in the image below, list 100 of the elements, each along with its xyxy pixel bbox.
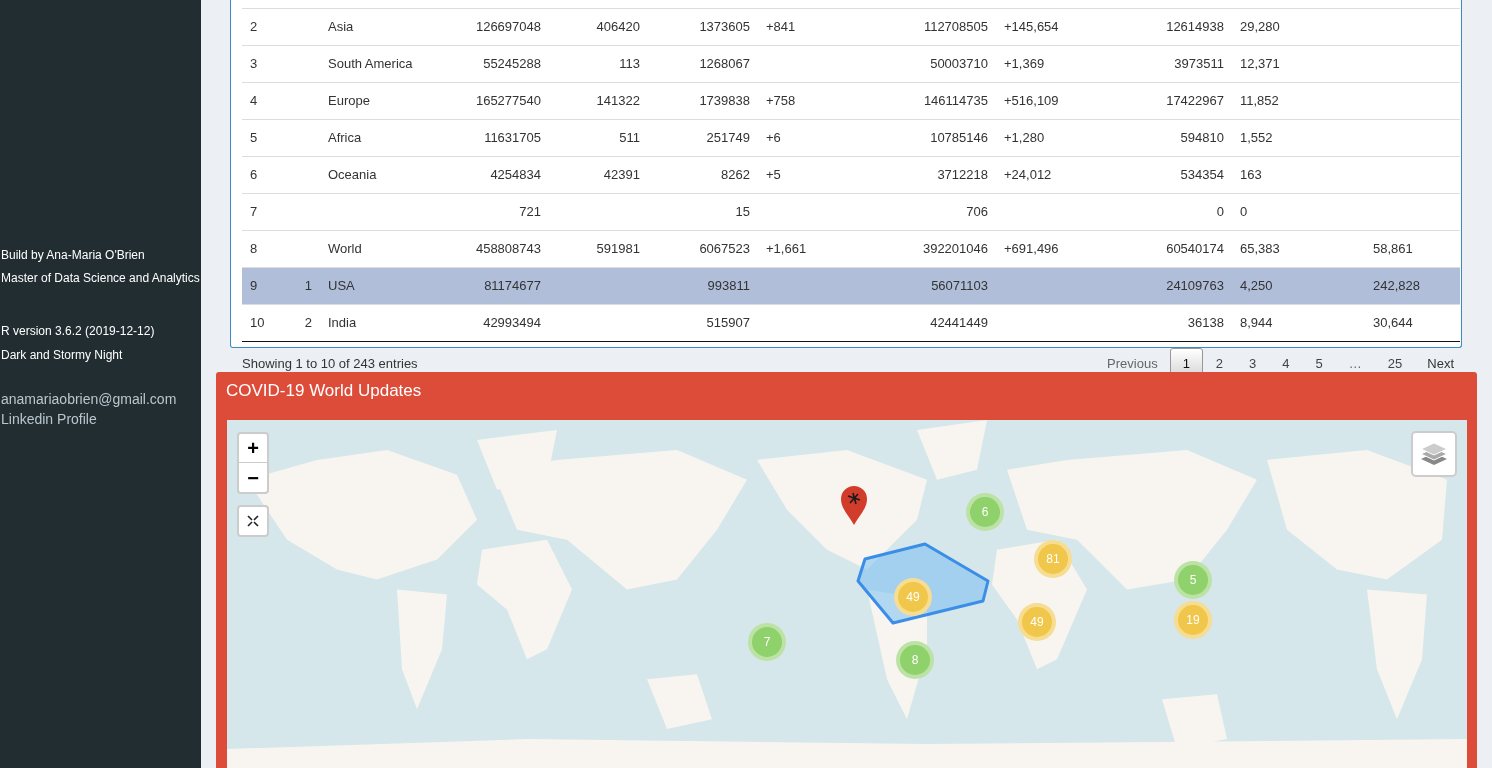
table-cell-text: 534354: [1180, 166, 1224, 185]
table-cell-text: Oceania: [328, 166, 377, 185]
table-cell-text: 17422967: [1166, 92, 1224, 111]
table-cell-text: +1,280: [1004, 129, 1045, 148]
table-cell-text: 515907: [706, 314, 750, 333]
table-cell-text: 458808743: [475, 240, 541, 259]
table-cell-text: 30,644: [1373, 314, 1413, 333]
table-cell-text: World: [328, 240, 362, 259]
table-cell-text: 10: [250, 314, 265, 333]
table-cell-text: 126697048: [475, 18, 541, 37]
table-cell-text: 10785146: [930, 129, 988, 148]
table-cell-text: 165277540: [475, 92, 541, 111]
table-cell-text: 9: [250, 277, 258, 296]
layers-icon: [1420, 441, 1448, 467]
table-cell-text: 0: [1216, 203, 1224, 222]
table-cell-text: India: [328, 314, 357, 333]
table-cell-text: 3712218: [937, 166, 988, 185]
next-button[interactable]: Next: [1415, 348, 1466, 372]
panel-title: COVID-19 World Updates: [226, 380, 423, 402]
page-button[interactable]: 4: [1269, 348, 1303, 374]
layers-button[interactable]: [1411, 431, 1457, 477]
table-cell-text: 0: [1240, 203, 1248, 222]
table-cell-text: 706: [966, 203, 988, 222]
table-cell-text: 3: [250, 55, 258, 74]
table-row[interactable]: 9 1 USA 81174677 993811 56071103 24109763 4,250 242,828: [242, 268, 1460, 305]
table-cell-text: Asia: [328, 18, 354, 37]
table-cell-text: 42993494: [483, 314, 541, 333]
page-button[interactable]: 1: [1169, 348, 1203, 374]
sidebar-text: Dark and Stormy Night: [0, 347, 124, 364]
table-cell-text: 81174677: [484, 277, 541, 296]
collapse-icon: [247, 515, 259, 527]
table-cell-text: 65,383: [1240, 240, 1280, 259]
sidebar-text: Master of Data Science and Analytics: [0, 270, 201, 287]
table-cell-text: 6: [250, 166, 258, 185]
table-cell-text: 6067523: [699, 240, 750, 259]
table-cell-text: 1: [304, 277, 312, 296]
table-cell-text: 11631705: [484, 129, 541, 148]
previous-button[interactable]: Previous: [1095, 348, 1170, 372]
table-cell-text: 56071103: [931, 277, 988, 296]
table-cell-text: 24109763: [1166, 277, 1224, 296]
table-cell-text: 591981: [596, 240, 640, 259]
table-cell-text: 4254834: [490, 166, 541, 185]
table-cell-text: +691,496: [1004, 240, 1059, 259]
table-cell-text: South America: [328, 55, 413, 74]
table-cell-text: 55245288: [483, 55, 541, 74]
table-cell-text: +516,109: [1004, 92, 1059, 111]
table-cell-text: 4: [250, 92, 258, 111]
table-cell-text: 163: [1240, 166, 1262, 185]
table-cell-text: 5: [250, 129, 258, 148]
table-cell-text: +6: [766, 129, 781, 148]
table-cell-text: +145,654: [1004, 18, 1059, 37]
map-pin-icon[interactable]: [839, 484, 869, 526]
table-cell-text: 251749: [706, 129, 750, 148]
map[interactable]: 6 81 5 19 49 49 8 7 + −: [227, 420, 1467, 768]
table-cell-text: 1373605: [699, 18, 750, 37]
page-button[interactable]: 2: [1202, 348, 1237, 374]
page-button[interactable]: 25: [1374, 348, 1416, 374]
sidebar-text: R version 3.6.2 (2019-12-12): [0, 323, 156, 340]
table-cell-text: 42441449: [930, 314, 988, 333]
table-cell-text: 42391: [603, 166, 640, 185]
table-cell-text: 1268067: [699, 55, 750, 74]
table-cell-text: +841: [766, 18, 796, 37]
table-cell-text: 12,371: [1240, 55, 1280, 74]
table-cell-text: 2: [304, 314, 312, 333]
table-cell-text: 3973511: [1174, 55, 1224, 74]
table-cell-text: 146114735: [923, 92, 988, 111]
table-cell-text: 113: [619, 55, 640, 74]
table-cell-text: USA: [328, 277, 355, 296]
table-cell-text: 36138: [1187, 314, 1224, 333]
table-cell-text: +1,661: [766, 240, 807, 259]
table-cell-text: 511: [619, 129, 640, 148]
table-cell-text: 58,861: [1373, 240, 1413, 259]
fullscreen-button[interactable]: [237, 505, 269, 537]
table-cell-text: 993811: [707, 277, 750, 296]
table-cell-text: Europe: [328, 92, 370, 111]
table-cell-text: 2: [250, 18, 258, 37]
table-cell-text: 4,250: [1240, 277, 1273, 296]
zoom-in-button[interactable]: +: [239, 434, 267, 463]
entries-info: Showing 1 to 10 of 243 entries: [242, 355, 418, 373]
page-button[interactable]: 3: [1236, 348, 1270, 374]
table-cell-text: 8: [250, 240, 258, 259]
table-cell-text: 112708505: [923, 18, 988, 37]
table-cell-text: 50003710: [930, 55, 988, 74]
table-cell-text: 15: [735, 203, 750, 222]
pagination-ellipsis: …: [1347, 355, 1363, 372]
table-cell-text: 721: [519, 203, 541, 222]
table-cell-text: 141322: [596, 92, 640, 111]
table-cell-text: 406420: [596, 18, 640, 37]
zoom-out-button[interactable]: −: [239, 463, 267, 492]
table-cell-text: 1739838: [699, 92, 750, 111]
table-cell-text: 7: [250, 203, 258, 222]
email-link[interactable]: anamariaobrien@gmail.com: [0, 389, 201, 409]
profile-link[interactable]: Linkedin Profile: [0, 409, 201, 429]
table-cell-text: Africa: [328, 129, 362, 148]
table-cell-text: 12614938: [1166, 18, 1224, 37]
page-button[interactable]: 5: [1302, 348, 1336, 374]
table-cell-text: 392201046: [922, 240, 988, 259]
table-cell-text: 8,944: [1240, 314, 1273, 333]
table-cell-text: 8262: [721, 166, 750, 185]
table-cell-text: 11,852: [1240, 92, 1279, 111]
